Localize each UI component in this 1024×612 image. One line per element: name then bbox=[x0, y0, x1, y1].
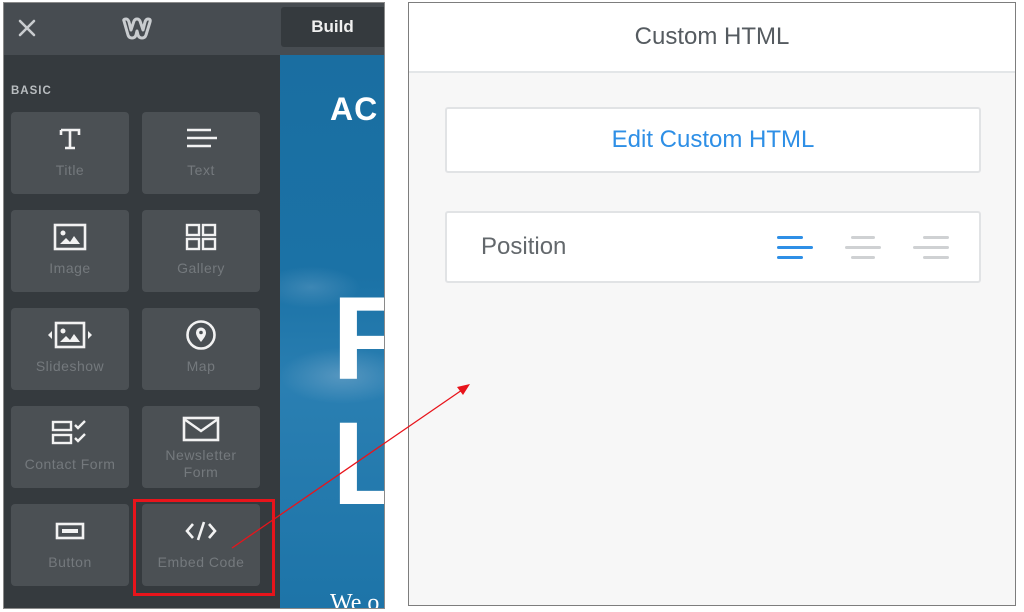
element-label: Image bbox=[49, 260, 91, 276]
align-right-button[interactable] bbox=[911, 231, 951, 263]
position-setting: Position bbox=[445, 211, 981, 283]
text-icon bbox=[187, 128, 217, 148]
element-label: Newsletter Form bbox=[165, 447, 237, 480]
tab-build[interactable]: Build bbox=[281, 7, 384, 47]
align-center-button[interactable] bbox=[843, 231, 883, 263]
weebly-editor: Build BASIC Title Text Image Gallery Sli… bbox=[3, 2, 385, 609]
slideshow-icon bbox=[48, 321, 92, 349]
element-tile-slideshow[interactable]: Slideshow bbox=[11, 308, 129, 390]
section-label-basic: BASIC bbox=[11, 85, 52, 97]
element-tile-text[interactable]: Text bbox=[142, 112, 260, 194]
contact-form-icon bbox=[51, 420, 86, 445]
hero-big-letter-2: L bbox=[332, 405, 384, 523]
element-tile-map[interactable]: Map bbox=[142, 308, 260, 390]
image-icon bbox=[53, 223, 87, 251]
weebly-w-logo-icon bbox=[122, 17, 152, 40]
gallery-icon bbox=[185, 223, 217, 251]
element-label: Map bbox=[186, 358, 216, 374]
hero-big-letter-1: F bbox=[332, 280, 384, 398]
close-icon bbox=[18, 19, 36, 37]
position-label: Position bbox=[481, 233, 567, 260]
edit-custom-html-button[interactable]: Edit Custom HTML bbox=[445, 107, 981, 173]
element-label: Contact Form bbox=[24, 456, 116, 472]
close-button[interactable] bbox=[14, 15, 40, 41]
code-icon bbox=[185, 521, 217, 541]
weebly-logo bbox=[120, 15, 154, 41]
element-label: Button bbox=[48, 554, 92, 570]
custom-html-settings-panel: Custom HTML Edit Custom HTML Position bbox=[408, 2, 1016, 606]
element-label: Title bbox=[55, 162, 85, 178]
element-tile-contact-form[interactable]: Contact Form bbox=[11, 406, 129, 488]
elements-sidebar: BASIC Title Text Image Gallery Slideshow… bbox=[4, 55, 280, 608]
element-tile-newsletter-form[interactable]: Newsletter Form bbox=[142, 406, 260, 488]
element-tile-embed-code[interactable]: Embed Code bbox=[142, 504, 260, 586]
align-left-button[interactable] bbox=[775, 231, 815, 263]
element-label: Slideshow bbox=[35, 358, 105, 374]
hero-tagline-fragment: We o bbox=[330, 590, 380, 608]
hero-heading-fragment: AC bbox=[330, 91, 379, 127]
element-label: Text bbox=[187, 162, 215, 178]
editor-top-bar: Build bbox=[4, 3, 384, 55]
button-icon bbox=[55, 522, 85, 540]
element-tile-gallery[interactable]: Gallery bbox=[142, 210, 260, 292]
site-canvas-preview[interactable]: AC F L We o bbox=[280, 55, 384, 608]
title-icon bbox=[59, 128, 81, 150]
panel-title: Custom HTML bbox=[409, 3, 1015, 73]
element-label: Gallery bbox=[177, 260, 225, 276]
element-tile-button[interactable]: Button bbox=[11, 504, 129, 586]
envelope-icon bbox=[182, 416, 220, 442]
map-pin-icon bbox=[186, 320, 216, 350]
element-tile-title[interactable]: Title bbox=[11, 112, 129, 194]
element-label: Embed Code bbox=[157, 554, 245, 570]
element-tile-image[interactable]: Image bbox=[11, 210, 129, 292]
